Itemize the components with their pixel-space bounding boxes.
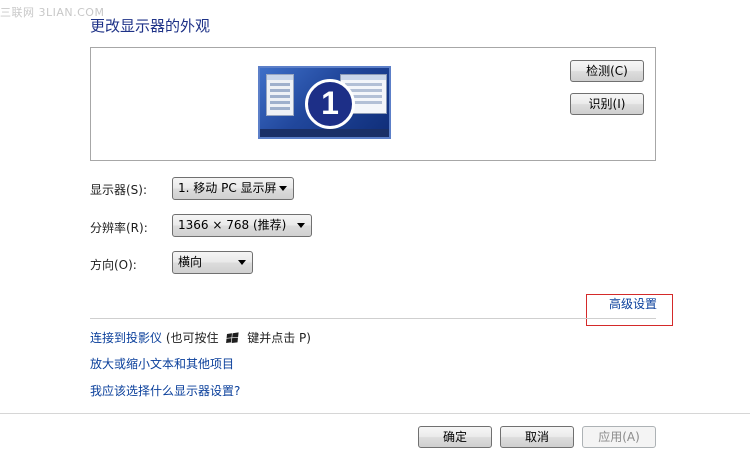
highlight-box — [586, 294, 673, 326]
dropdown-arrow-icon — [238, 260, 246, 265]
orientation-label: 方向(O): — [90, 258, 137, 272]
resolution-label: 分辨率(R): — [90, 221, 148, 235]
resolution-select-value: 1366 × 768 (推荐) — [178, 218, 287, 232]
ok-button[interactable]: 确定 — [418, 426, 492, 448]
orientation-select-value: 横向 — [178, 255, 203, 269]
projector-hint-text-end: 键并点击 P) — [247, 331, 311, 345]
footer-divider — [0, 413, 750, 414]
monitor-number-badge: 1 — [305, 79, 355, 129]
preview-window-left — [266, 74, 294, 116]
connect-projector-link[interactable]: 连接到投影仪 — [90, 331, 162, 345]
orientation-select[interactable]: 横向 — [172, 251, 253, 274]
preview-taskbar — [260, 129, 389, 137]
dropdown-arrow-icon — [279, 186, 287, 191]
text-size-link[interactable]: 放大或缩小文本和其他项目 — [90, 355, 234, 372]
watermark: 三联网 3LIAN.COM — [0, 6, 105, 19]
display-label: 显示器(S): — [90, 183, 148, 197]
monitor-preview-panel: 1 检测(C) 识别(I) — [90, 47, 656, 161]
detect-button[interactable]: 检测(C) — [570, 60, 644, 82]
resolution-select[interactable]: 1366 × 768 (推荐) — [172, 214, 312, 237]
divider — [90, 318, 656, 319]
display-help-link[interactable]: 我应该选择什么显示器设置? — [90, 382, 240, 399]
page-title: 更改显示器的外观 — [90, 17, 211, 35]
monitor-preview-icon[interactable]: 1 — [258, 66, 391, 139]
display-select[interactable]: 1. 移动 PC 显示屏 — [172, 177, 294, 200]
windows-logo-icon — [226, 332, 239, 343]
projector-hint-text: (也可按住 — [165, 331, 219, 345]
projector-row: 连接到投影仪 (也可按住 键并点击 P) — [90, 329, 311, 346]
identify-button[interactable]: 识别(I) — [570, 93, 644, 115]
cancel-button[interactable]: 取消 — [500, 426, 574, 448]
apply-button[interactable]: 应用(A) — [582, 426, 656, 448]
display-select-value: 1. 移动 PC 显示屏 — [178, 181, 277, 195]
dropdown-arrow-icon — [297, 223, 305, 228]
